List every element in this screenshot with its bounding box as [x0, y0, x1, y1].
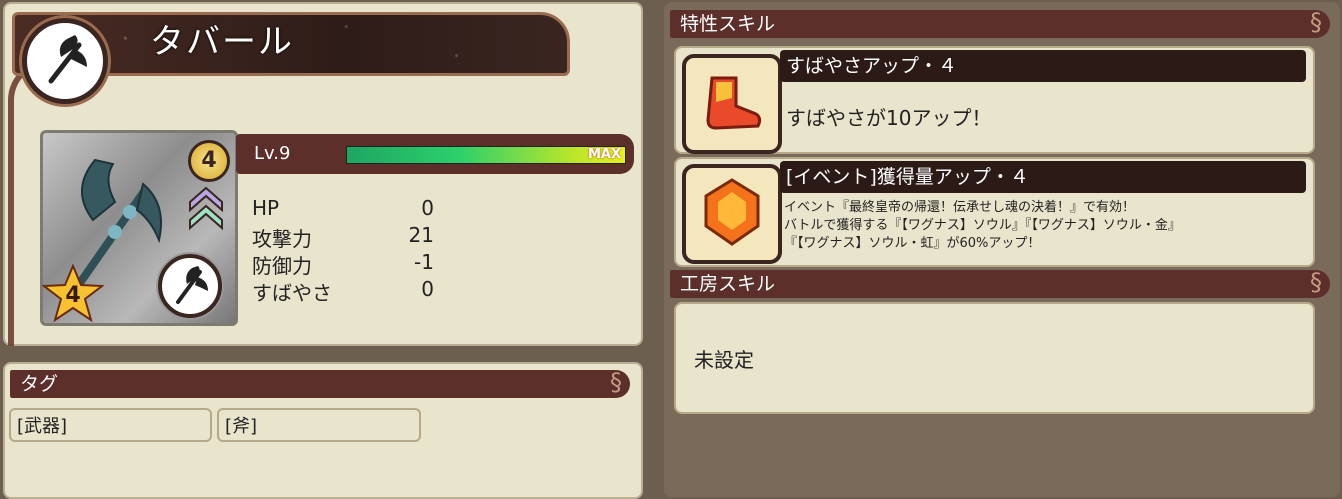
boot-icon — [682, 54, 782, 154]
trait-skill-title: [イベント]獲得量アップ・４ — [780, 161, 1306, 193]
level-bar: Lv.9 MAX — [236, 134, 634, 174]
stat-label-defense: 防御力 — [252, 254, 312, 278]
workshop-skill-header: 工房スキル — [670, 268, 1330, 298]
rarity-star-value: 4 — [65, 283, 80, 308]
max-indicator: MAX — [587, 147, 621, 162]
tag-chip-axe[interactable]: [斧] — [217, 408, 421, 442]
workshop-skill-value: 未設定 — [694, 348, 754, 372]
trait-skill-description-line: イベント『最終皇帝の帰還！伝承せし魂の決着！』で有効！ — [784, 200, 1136, 215]
stat-label-hp: HP — [252, 196, 280, 220]
stat-value-speed: 0 — [421, 277, 434, 301]
stat-value-defense: -1 — [414, 250, 434, 274]
exp-gauge-fill — [347, 147, 625, 163]
item-name: タバール — [150, 22, 294, 62]
level-label: Lv.9 — [254, 143, 291, 164]
gem-icon — [682, 164, 782, 264]
stat-value-attack: 21 — [408, 223, 434, 247]
trait-skill-header: 特性スキル — [670, 8, 1330, 38]
tag-chip-weapon[interactable]: [武器] — [9, 408, 212, 442]
stat-value-hp: 0 — [421, 196, 434, 220]
trait-skill-title: すばやさアップ・４ — [780, 50, 1306, 82]
exp-gauge: MAX — [346, 146, 626, 164]
trait-skill-description: すばやさが10アップ！ — [786, 106, 992, 130]
axe-category-icon — [22, 18, 108, 104]
trait-skill-description: イベント『最終皇帝の帰還！伝承せし魂の決着！』で有効！ バトルで獲得する『【ワグ… — [784, 199, 1304, 253]
trait-skill-description-line: 『【ワグナス】ソウル・虹』が60%アップ！ — [784, 236, 1041, 251]
trait-skill-description-line: バトルで獲得する『【ワグナス】ソウル』『【ワグナス】ソウル・金』 — [784, 218, 1181, 233]
rank-badge: 4 — [188, 140, 230, 182]
rarity-star-icon: 4 — [42, 264, 104, 322]
weapon-type-axe-icon — [158, 254, 222, 318]
upgrade-chevron-icon — [189, 186, 223, 231]
stat-label-attack: 攻撃力 — [252, 227, 312, 251]
stat-label-speed: すばやさ — [252, 281, 332, 305]
workshop-skill-box[interactable] — [674, 302, 1315, 414]
tag-header: タグ — [10, 368, 630, 398]
